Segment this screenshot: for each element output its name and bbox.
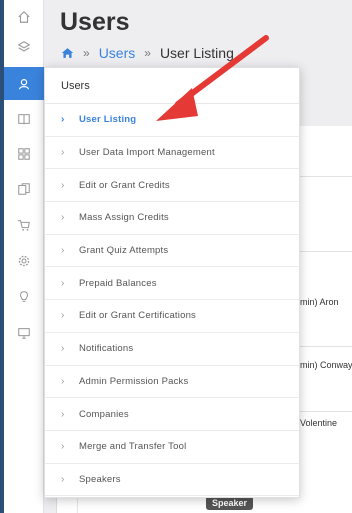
rail-monitor[interactable] xyxy=(4,316,44,350)
speaker-badge: Speaker xyxy=(206,496,254,510)
submenu-item-label: Speakers xyxy=(79,473,121,485)
breadcrumb-separator: » xyxy=(83,46,90,60)
submenu-item-label: Companies xyxy=(79,408,129,420)
submenu-item[interactable]: › User Listing xyxy=(45,104,299,137)
submenu-item-label: Merge and Transfer Tool xyxy=(79,441,187,453)
users-icon xyxy=(19,78,29,89)
submenu-item[interactable]: › Prepaid Balances xyxy=(45,267,299,301)
table-cell: Volentine xyxy=(300,418,338,428)
submenu-item[interactable]: › Speakers xyxy=(45,464,299,497)
monitor-icon xyxy=(18,328,30,339)
bulb-icon xyxy=(19,291,29,302)
chevron-right-icon: › xyxy=(61,277,65,289)
rail-settings[interactable] xyxy=(4,244,44,278)
submenu-item-label: Admin Permission Packs xyxy=(79,375,189,387)
submenu-item-label: Prepaid Balances xyxy=(79,277,157,289)
breadcrumb-separator: » xyxy=(144,46,151,60)
settings-icon xyxy=(18,255,30,267)
chevron-right-icon: › xyxy=(61,375,65,387)
rail-cart[interactable] xyxy=(4,208,44,242)
submenu-item[interactable]: › Admin Permission Packs xyxy=(45,366,299,399)
rail-layers[interactable] xyxy=(4,30,44,64)
table-cell: min) Conway xyxy=(300,360,352,370)
submenu-item-label: Edit or Grant Certifications xyxy=(79,310,197,322)
submenu-item-label: Notifications xyxy=(79,343,134,355)
chevron-right-icon: › xyxy=(61,408,65,420)
chevron-right-icon: › xyxy=(61,343,65,355)
users-submenu: Users › User Listing › User Data Import Man… xyxy=(44,67,300,498)
apps-icon xyxy=(18,148,30,160)
chevron-right-icon: › xyxy=(61,245,65,257)
rail-apps[interactable] xyxy=(4,137,44,171)
layers-icon xyxy=(17,41,31,52)
table-cell: min) Aron xyxy=(300,297,339,307)
copy-icon xyxy=(18,183,30,195)
page-title: Users xyxy=(60,8,130,36)
chevron-right-icon: › xyxy=(61,147,65,159)
breadcrumb-current: User Listing xyxy=(159,45,234,61)
submenu-item[interactable]: › User Data Import Management xyxy=(45,137,299,170)
chevron-right-icon: › xyxy=(61,114,65,126)
submenu-item-label: Grant Quiz Attempts xyxy=(79,245,169,257)
submenu-item-label: Edit or Grant Credits xyxy=(79,179,170,191)
home-icon[interactable] xyxy=(61,47,74,59)
rail-home[interactable] xyxy=(4,0,44,34)
rail-copy[interactable] xyxy=(4,172,44,206)
sidebar-rail xyxy=(0,0,44,513)
home-icon xyxy=(18,10,30,23)
submenu-item[interactable]: › Companies xyxy=(45,398,299,431)
rail-book[interactable] xyxy=(4,102,44,136)
breadcrumb-users-link[interactable]: Users xyxy=(99,45,136,61)
breadcrumb: » Users » User Listing xyxy=(61,45,234,61)
chevron-right-icon: › xyxy=(61,310,65,322)
submenu-item[interactable]: › Notifications xyxy=(45,333,299,366)
cart-icon xyxy=(17,220,30,231)
submenu-item[interactable]: › Edit or Grant Certifications xyxy=(45,300,299,333)
rail-bulb[interactable] xyxy=(4,280,44,314)
chevron-right-icon: › xyxy=(61,212,65,224)
chevron-right-icon: › xyxy=(61,441,65,453)
submenu-item-label: User Listing xyxy=(79,114,137,126)
submenu-item[interactable]: › Edit or Grant Credits xyxy=(45,169,299,203)
submenu-heading: Users xyxy=(45,68,299,104)
submenu-item-label: User Data Import Management xyxy=(79,147,215,159)
submenu-item[interactable]: › Mass Assign Credits xyxy=(45,202,299,235)
book-icon xyxy=(18,114,30,125)
submenu-item[interactable]: › Grant Quiz Attempts xyxy=(45,235,299,268)
rail-users[interactable] xyxy=(4,67,44,100)
chevron-right-icon: › xyxy=(61,179,65,191)
submenu-item-label: Mass Assign Credits xyxy=(79,212,169,224)
chevron-right-icon: › xyxy=(61,473,65,485)
submenu-item[interactable]: › Merge and Transfer Tool xyxy=(45,431,299,464)
